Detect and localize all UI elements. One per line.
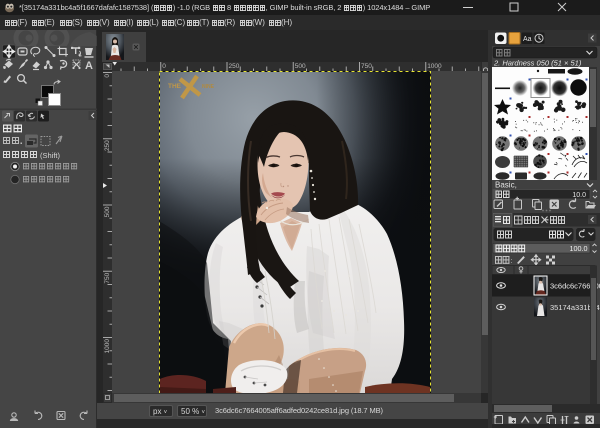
svg-text:250: 250 [104,140,111,151]
svg-text:2. Hardness 050 (51 × 51): 2. Hardness 050 (51 × 51) [493,59,582,68]
svg-text:THE: THE [168,83,182,90]
svg-text:100.0: 100.0 [570,244,588,253]
svg-text:Aa: Aa [523,36,532,43]
svg-text:1000: 1000 [427,63,442,70]
svg-text::: : [511,256,513,265]
svg-text:750: 750 [104,272,111,283]
svg-text:500: 500 [295,63,306,70]
svg-text:750: 750 [361,63,372,70]
svg-text:0: 0 [162,63,166,70]
svg-text:500: 500 [104,206,111,217]
svg-text:A: A [85,60,93,72]
svg-text:(Shift): (Shift) [40,151,61,160]
svg-text:1000: 1000 [104,339,111,354]
svg-text:250: 250 [229,63,240,70]
svg-text:0: 0 [104,74,111,78]
svg-text:Basic,: Basic, [495,181,517,190]
svg-text:10.0: 10.0 [572,192,586,199]
svg-text:NINE: NINE [202,84,215,90]
